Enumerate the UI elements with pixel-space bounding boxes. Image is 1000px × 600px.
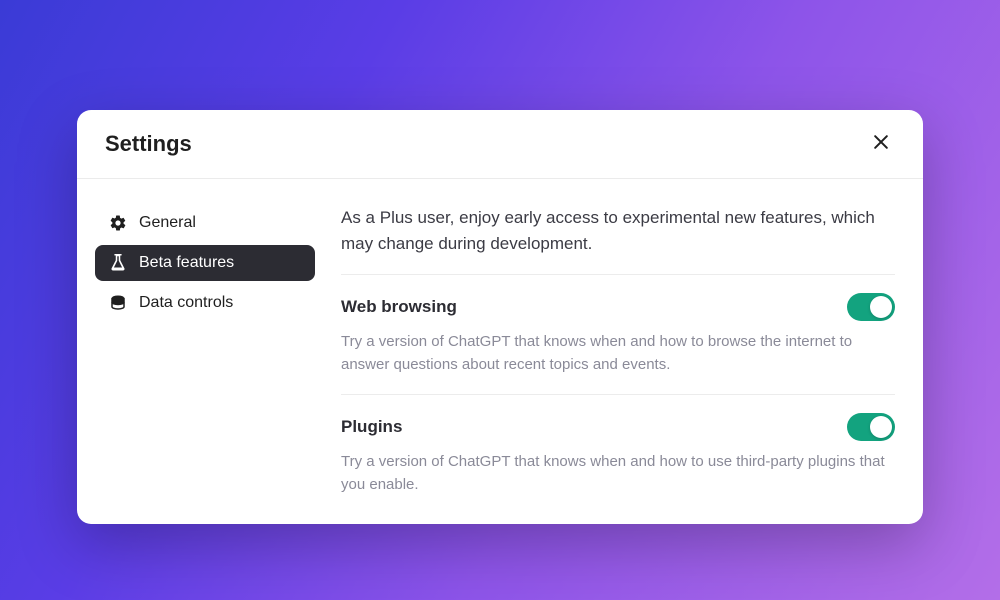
database-icon	[109, 294, 127, 312]
close-icon	[871, 132, 891, 157]
toggle-knob	[870, 416, 892, 438]
settings-sidebar: General Beta features	[95, 205, 315, 514]
toggle-plugins[interactable]	[847, 413, 895, 441]
intro-text: As a Plus user, enjoy early access to ex…	[341, 205, 895, 275]
section-header: Web browsing	[341, 293, 895, 321]
sidebar-item-label: General	[139, 214, 196, 232]
modal-body: General Beta features	[77, 179, 923, 524]
gear-icon	[109, 214, 127, 232]
sidebar-item-data-controls[interactable]: Data controls	[95, 285, 315, 321]
close-button[interactable]	[867, 130, 895, 158]
section-header: Plugins	[341, 413, 895, 441]
sidebar-item-beta-features[interactable]: Beta features	[95, 245, 315, 281]
toggle-web-browsing[interactable]	[847, 293, 895, 321]
section-title: Plugins	[341, 417, 402, 437]
sidebar-item-label: Data controls	[139, 294, 233, 312]
settings-content: As a Plus user, enjoy early access to ex…	[315, 205, 895, 514]
sidebar-item-general[interactable]: General	[95, 205, 315, 241]
modal-title: Settings	[105, 131, 192, 157]
toggle-knob	[870, 296, 892, 318]
section-description: Try a version of ChatGPT that knows when…	[341, 451, 895, 496]
section-web-browsing: Web browsing Try a version of ChatGPT th…	[341, 275, 895, 395]
modal-header: Settings	[77, 110, 923, 179]
section-title: Web browsing	[341, 297, 457, 317]
section-description: Try a version of ChatGPT that knows when…	[341, 331, 895, 376]
sidebar-item-label: Beta features	[139, 254, 234, 272]
settings-modal: Settings General	[77, 110, 923, 524]
section-plugins: Plugins Try a version of ChatGPT that kn…	[341, 395, 895, 514]
flask-icon	[109, 254, 127, 272]
